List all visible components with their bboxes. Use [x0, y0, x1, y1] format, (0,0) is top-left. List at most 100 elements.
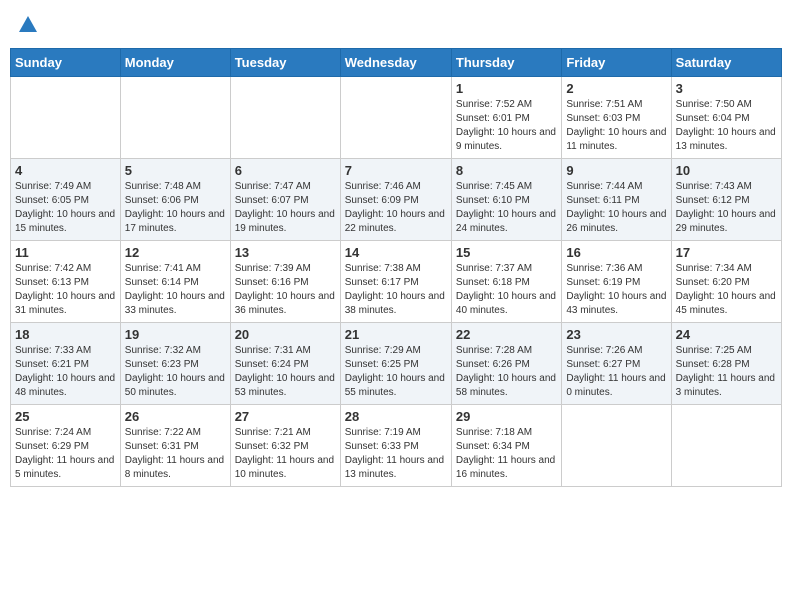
calendar-cell [340, 77, 451, 159]
day-info: Sunrise: 7:21 AM Sunset: 6:32 PM Dayligh… [235, 426, 336, 482]
day-number: 18 [15, 327, 116, 342]
col-header-friday: Friday [562, 49, 671, 77]
day-number: 7 [345, 163, 447, 178]
calendar-cell [671, 405, 781, 487]
day-number: 16 [566, 245, 666, 260]
day-number: 17 [676, 245, 777, 260]
col-header-thursday: Thursday [451, 49, 561, 77]
calendar-cell: 1Sunrise: 7:52 AM Sunset: 6:01 PM Daylig… [451, 77, 561, 159]
day-info: Sunrise: 7:38 AM Sunset: 6:17 PM Dayligh… [345, 262, 447, 318]
calendar-week-row: 4 Sunrise: 7:49 AM Sunset: 6:05 PM Daylig… [11, 159, 782, 241]
day-number: 26 [125, 409, 226, 424]
calendar-cell: 26 Sunrise: 7:22 AM Sunset: 6:31 PM Dayli… [120, 405, 230, 487]
calendar-cell: 12Sunrise: 7:41 AM Sunset: 6:14 PM Dayli… [120, 241, 230, 323]
day-info: Sunrise: 7:18 AM Sunset: 6:34 PM Dayligh… [456, 426, 557, 482]
day-info: Sunrise: 7:32 AM Sunset: 6:23 PM Dayligh… [125, 344, 226, 400]
day-info: Sunrise: 7:28 AM Sunset: 6:26 PM Dayligh… [456, 344, 557, 400]
day-info: Sunrise: 7:43 AM Sunset: 6:12 PM Dayligh… [676, 180, 777, 236]
day-number: 1 [456, 81, 557, 96]
calendar-cell [230, 77, 340, 159]
day-info: Sunrise: 7:50 AM Sunset: 6:04 PM Dayligh… [676, 98, 777, 154]
day-number: 10 [676, 163, 777, 178]
day-info: Sunrise: 7:39 AM Sunset: 6:16 PM Dayligh… [235, 262, 336, 318]
day-number: 24 [676, 327, 777, 342]
calendar-cell: 23 Sunrise: 7:26 AM Sunset: 6:27 PM Dayli… [562, 323, 671, 405]
calendar-cell: 19 Sunrise: 7:32 AM Sunset: 6:23 PM Dayli… [120, 323, 230, 405]
day-number: 14 [345, 245, 447, 260]
day-number: 15 [456, 245, 557, 260]
calendar-cell [562, 405, 671, 487]
calendar-cell: 14 Sunrise: 7:38 AM Sunset: 6:17 PM Dayli… [340, 241, 451, 323]
calendar-cell: 17 Sunrise: 7:34 AM Sunset: 6:20 PM Dayli… [671, 241, 781, 323]
calendar-cell: 27 Sunrise: 7:21 AM Sunset: 6:32 PM Dayli… [230, 405, 340, 487]
calendar-cell: 16 Sunrise: 7:36 AM Sunset: 6:19 PM Dayli… [562, 241, 671, 323]
day-number: 25 [15, 409, 116, 424]
calendar-cell: 10 Sunrise: 7:43 AM Sunset: 6:12 PM Dayli… [671, 159, 781, 241]
col-header-saturday: Saturday [671, 49, 781, 77]
day-info: Sunrise: 7:31 AM Sunset: 6:24 PM Dayligh… [235, 344, 336, 400]
logo [16, 14, 39, 36]
day-number: 22 [456, 327, 557, 342]
day-info: Sunrise: 7:37 AM Sunset: 6:18 PM Dayligh… [456, 262, 557, 318]
day-number: 13 [235, 245, 336, 260]
calendar-week-row: 18 Sunrise: 7:33 AM Sunset: 6:21 PM Dayli… [11, 323, 782, 405]
calendar-cell: 5 Sunrise: 7:48 AM Sunset: 6:06 PM Daylig… [120, 159, 230, 241]
day-number: 20 [235, 327, 336, 342]
day-info: Sunrise: 7:19 AM Sunset: 6:33 PM Dayligh… [345, 426, 447, 482]
calendar-cell: 13 Sunrise: 7:39 AM Sunset: 6:16 PM Dayli… [230, 241, 340, 323]
day-info: Sunrise: 7:48 AM Sunset: 6:06 PM Dayligh… [125, 180, 226, 236]
calendar-cell: 28 Sunrise: 7:19 AM Sunset: 6:33 PM Dayli… [340, 405, 451, 487]
col-header-tuesday: Tuesday [230, 49, 340, 77]
day-info: Sunrise: 7:29 AM Sunset: 6:25 PM Dayligh… [345, 344, 447, 400]
day-number: 28 [345, 409, 447, 424]
calendar-cell: 7 Sunrise: 7:46 AM Sunset: 6:09 PM Daylig… [340, 159, 451, 241]
col-header-sunday: Sunday [11, 49, 121, 77]
day-number: 29 [456, 409, 557, 424]
day-number: 4 [15, 163, 116, 178]
day-number: 3 [676, 81, 777, 96]
day-info: Sunrise: 7:45 AM Sunset: 6:10 PM Dayligh… [456, 180, 557, 236]
page-header [10, 10, 782, 40]
logo-icon [17, 14, 39, 36]
calendar-cell: 20 Sunrise: 7:31 AM Sunset: 6:24 PM Dayli… [230, 323, 340, 405]
day-number: 5 [125, 163, 226, 178]
calendar-cell: 2Sunrise: 7:51 AM Sunset: 6:03 PM Daylig… [562, 77, 671, 159]
day-number: 6 [235, 163, 336, 178]
day-info: Sunrise: 7:49 AM Sunset: 6:05 PM Dayligh… [15, 180, 116, 236]
day-info: Sunrise: 7:46 AM Sunset: 6:09 PM Dayligh… [345, 180, 447, 236]
day-number: 19 [125, 327, 226, 342]
calendar-cell: 3 Sunrise: 7:50 AM Sunset: 6:04 PM Daylig… [671, 77, 781, 159]
calendar-cell [11, 77, 121, 159]
calendar-cell: 22 Sunrise: 7:28 AM Sunset: 6:26 PM Dayli… [451, 323, 561, 405]
col-header-wednesday: Wednesday [340, 49, 451, 77]
day-info: Sunrise: 7:22 AM Sunset: 6:31 PM Dayligh… [125, 426, 226, 482]
calendar-cell: 8 Sunrise: 7:45 AM Sunset: 6:10 PM Daylig… [451, 159, 561, 241]
day-info: Sunrise: 7:33 AM Sunset: 6:21 PM Dayligh… [15, 344, 116, 400]
day-info: Sunrise: 7:36 AM Sunset: 6:19 PM Dayligh… [566, 262, 666, 318]
calendar-cell [120, 77, 230, 159]
calendar-cell: 25Sunrise: 7:24 AM Sunset: 6:29 PM Dayli… [11, 405, 121, 487]
day-number: 23 [566, 327, 666, 342]
calendar-week-row: 25Sunrise: 7:24 AM Sunset: 6:29 PM Dayli… [11, 405, 782, 487]
calendar-cell: 15 Sunrise: 7:37 AM Sunset: 6:18 PM Dayli… [451, 241, 561, 323]
day-number: 2 [566, 81, 666, 96]
calendar-table: SundayMondayTuesdayWednesdayThursdayFrid… [10, 48, 782, 487]
day-info: Sunrise: 7:47 AM Sunset: 6:07 PM Dayligh… [235, 180, 336, 236]
day-info: Sunrise: 7:26 AM Sunset: 6:27 PM Dayligh… [566, 344, 666, 400]
calendar-cell: 21Sunrise: 7:29 AM Sunset: 6:25 PM Dayli… [340, 323, 451, 405]
day-info: Sunrise: 7:44 AM Sunset: 6:11 PM Dayligh… [566, 180, 666, 236]
day-number: 8 [456, 163, 557, 178]
calendar-week-row: 11Sunrise: 7:42 AM Sunset: 6:13 PM Dayli… [11, 241, 782, 323]
day-info: Sunrise: 7:34 AM Sunset: 6:20 PM Dayligh… [676, 262, 777, 318]
calendar-week-row: 1Sunrise: 7:52 AM Sunset: 6:01 PM Daylig… [11, 77, 782, 159]
day-info: Sunrise: 7:25 AM Sunset: 6:28 PM Dayligh… [676, 344, 777, 400]
day-info: Sunrise: 7:41 AM Sunset: 6:14 PM Dayligh… [125, 262, 226, 318]
calendar-cell: 9Sunrise: 7:44 AM Sunset: 6:11 PM Daylig… [562, 159, 671, 241]
calendar-cell: 29 Sunrise: 7:18 AM Sunset: 6:34 PM Dayli… [451, 405, 561, 487]
calendar-cell: 4 Sunrise: 7:49 AM Sunset: 6:05 PM Daylig… [11, 159, 121, 241]
calendar-cell: 18 Sunrise: 7:33 AM Sunset: 6:21 PM Dayli… [11, 323, 121, 405]
calendar-cell: 6 Sunrise: 7:47 AM Sunset: 6:07 PM Daylig… [230, 159, 340, 241]
day-number: 27 [235, 409, 336, 424]
calendar-cell: 24 Sunrise: 7:25 AM Sunset: 6:28 PM Dayli… [671, 323, 781, 405]
day-info: Sunrise: 7:42 AM Sunset: 6:13 PM Dayligh… [15, 262, 116, 318]
